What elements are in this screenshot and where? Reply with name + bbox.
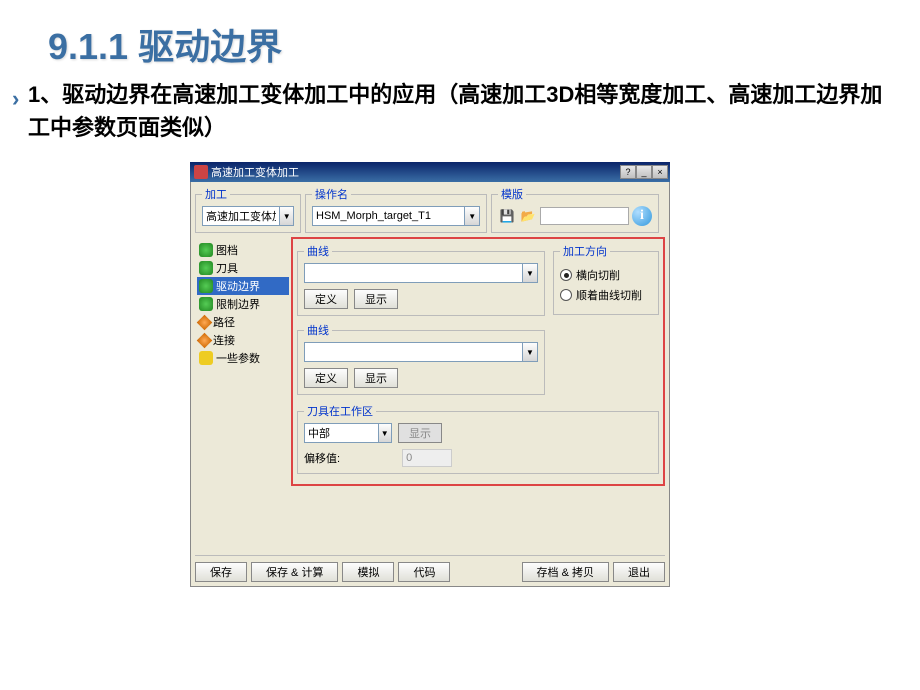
slide-body-text: 1、驱动边界在高速加工变体加工中的应用（高速加工3D相等宽度加工、高速加工边界加… — [28, 82, 882, 140]
tree-item-6[interactable]: 一些参数 — [197, 349, 289, 367]
tree-item-icon — [199, 297, 213, 311]
machining-input[interactable] — [202, 206, 280, 226]
bullet-icon: › — [12, 82, 19, 115]
tree-item-label: 驱动边界 — [216, 278, 260, 294]
radio-icon — [560, 269, 572, 281]
curve2-define-button[interactable]: 定义 — [304, 368, 348, 388]
tree-item-label: 路径 — [213, 314, 235, 330]
slide-body: › 1、驱动边界在高速加工变体加工中的应用（高速加工3D相等宽度加工、高速加工边… — [0, 78, 920, 144]
main-row: 图档刀具驱动边界限制边界路径连接一些参数 曲线 ▼ — [195, 237, 665, 547]
machining-legend: 加工 — [202, 186, 230, 202]
template-group: 模版 💾 📂 i — [491, 186, 659, 233]
curve2-input[interactable] — [304, 342, 523, 362]
save-copy-button[interactable]: 存档 & 拷贝 — [522, 562, 609, 582]
curve2-legend: 曲线 — [304, 322, 332, 338]
tree-item-label: 一些参数 — [216, 350, 260, 366]
direction-radio-2[interactable]: 顺着曲线切削 — [560, 287, 652, 303]
operation-input[interactable] — [312, 206, 465, 226]
curve1-define-button[interactable]: 定义 — [304, 289, 348, 309]
direction-legend: 加工方向 — [560, 243, 610, 259]
workzone-combo[interactable]: ▼ — [304, 423, 392, 443]
info-icon[interactable]: i — [632, 206, 652, 226]
help-button[interactable]: ? — [620, 165, 636, 179]
chevron-down-icon[interactable]: ▼ — [465, 206, 480, 226]
window-title: 高速加工变体加工 — [211, 164, 299, 180]
curve1-legend: 曲线 — [304, 243, 332, 259]
tree-item-icon — [199, 261, 213, 275]
curve1-show-button[interactable]: 显示 — [354, 289, 398, 309]
offset-label: 偏移值: — [304, 450, 340, 466]
tree-item-label: 限制边界 — [216, 296, 260, 312]
chevron-down-icon[interactable]: ▼ — [280, 206, 294, 226]
direction-opt2-label: 顺着曲线切削 — [576, 287, 642, 303]
chevron-down-icon[interactable]: ▼ — [523, 342, 538, 362]
radio-icon — [560, 289, 572, 301]
curve1-group: 曲线 ▼ 定义 显示 — [297, 243, 545, 316]
curve2-show-button[interactable]: 显示 — [354, 368, 398, 388]
titlebar-buttons: ? _ × — [620, 165, 668, 179]
tree-item-icon — [197, 314, 213, 330]
tree-item-icon — [199, 279, 213, 293]
exit-button[interactable]: 退出 — [613, 562, 665, 582]
dialog-body: 加工 ▼ 操作名 ▼ 模版 💾 📂 — [190, 182, 670, 587]
chevron-down-icon[interactable]: ▼ — [379, 423, 392, 443]
workzone-legend: 刀具在工作区 — [304, 403, 376, 419]
close-button[interactable]: × — [652, 165, 668, 179]
tree-item-0[interactable]: 图档 — [197, 241, 289, 259]
tree-item-label: 刀具 — [216, 260, 238, 276]
tree-item-5[interactable]: 连接 — [197, 331, 289, 349]
tree-item-label: 连接 — [213, 332, 235, 348]
minimize-button[interactable]: _ — [636, 165, 652, 179]
template-field[interactable] — [540, 207, 629, 225]
titlebar: 高速加工变体加工 ? _ × — [190, 162, 670, 182]
save-calc-button[interactable]: 保存 & 计算 — [251, 562, 338, 582]
direction-group: 加工方向 横向切削 顺着曲线切削 — [553, 243, 659, 315]
curve1-input[interactable] — [304, 263, 523, 283]
tree-item-4[interactable]: 路径 — [197, 313, 289, 331]
app-icon — [194, 165, 208, 179]
operation-combo[interactable]: ▼ — [312, 206, 480, 226]
workzone-input[interactable] — [304, 423, 379, 443]
machining-combo[interactable]: ▼ — [202, 206, 294, 226]
slide-title: 9.1.1 驱动边界 — [0, 0, 920, 78]
save-template-icon[interactable]: 💾 — [498, 207, 516, 225]
top-row: 加工 ▼ 操作名 ▼ 模版 💾 📂 — [195, 186, 665, 233]
curve2-group: 曲线 ▼ 定义 显示 — [297, 322, 545, 395]
nav-tree: 图档刀具驱动边界限制边界路径连接一些参数 — [195, 237, 291, 547]
curve2-combo[interactable]: ▼ — [304, 342, 538, 362]
template-legend: 模版 — [498, 186, 526, 202]
workzone-group: 刀具在工作区 ▼ 显示 偏移值: — [297, 403, 659, 474]
bottom-bar: 保存 保存 & 计算 模拟 代码 存档 & 拷贝 退出 — [195, 555, 665, 582]
tree-item-label: 图档 — [216, 242, 238, 258]
highlighted-region: 曲线 ▼ 定义 显示 — [291, 237, 665, 486]
open-template-icon[interactable]: 📂 — [519, 207, 537, 225]
tree-item-icon — [199, 243, 213, 257]
offset-input — [402, 449, 452, 467]
chevron-down-icon[interactable]: ▼ — [523, 263, 538, 283]
tree-item-2[interactable]: 驱动边界 — [197, 277, 289, 295]
operation-group: 操作名 ▼ — [305, 186, 487, 233]
dialog-container: 高速加工变体加工 ? _ × 加工 ▼ 操作名 ▼ — [190, 162, 670, 587]
tree-item-1[interactable]: 刀具 — [197, 259, 289, 277]
main-panel: 曲线 ▼ 定义 显示 — [291, 237, 665, 547]
code-button[interactable]: 代码 — [398, 562, 450, 582]
curve1-combo[interactable]: ▼ — [304, 263, 538, 283]
tree-item-icon — [199, 351, 213, 365]
direction-radio-1[interactable]: 横向切削 — [560, 267, 652, 283]
machining-group: 加工 ▼ — [195, 186, 301, 233]
workzone-show-button: 显示 — [398, 423, 442, 443]
tree-item-3[interactable]: 限制边界 — [197, 295, 289, 313]
tree-item-icon — [197, 332, 213, 348]
simulate-button[interactable]: 模拟 — [342, 562, 394, 582]
direction-opt1-label: 横向切削 — [576, 267, 620, 283]
operation-legend: 操作名 — [312, 186, 351, 202]
save-button[interactable]: 保存 — [195, 562, 247, 582]
